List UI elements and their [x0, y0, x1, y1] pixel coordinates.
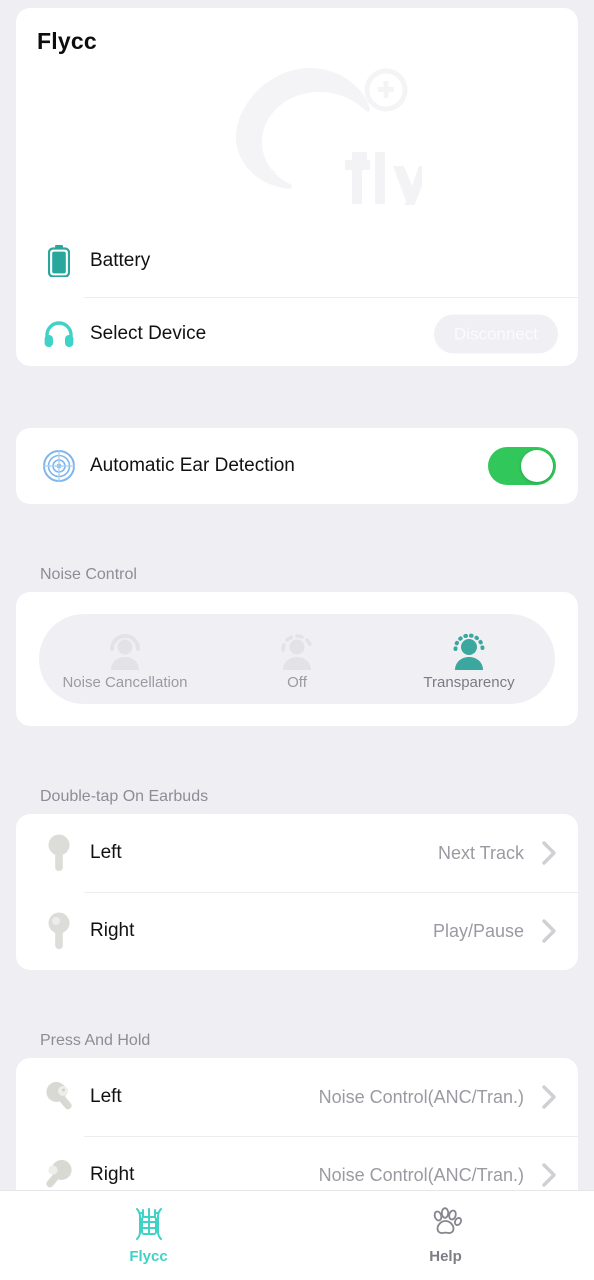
- noise-control-card: Noise Cancellation Off Transparency: [16, 592, 578, 726]
- automatic-ear-detection-label: Automatic Ear Detection: [90, 455, 295, 476]
- person-dashed-ring-icon-svg: [281, 633, 313, 670]
- battery-label: Battery: [90, 249, 151, 271]
- device-card: Flycc Battery Select Device Disconnect: [16, 8, 578, 366]
- tab-help-label: Help: [429, 1248, 462, 1265]
- headphones-icon: [42, 317, 76, 351]
- battery-icon: [42, 244, 76, 278]
- earbud-right-icon: [42, 911, 76, 951]
- noise-control-option-label: Off: [287, 673, 307, 691]
- earbud-right-icon-svg: [48, 912, 70, 949]
- chevron-right-icon[interactable]: [536, 1084, 562, 1110]
- radar-target-icon-svg: [43, 450, 75, 482]
- bottom-tab-bar: Flycc Help: [0, 1190, 594, 1280]
- select-device-row[interactable]: Select Device Disconnect: [16, 297, 578, 366]
- paw-print-icon: [429, 1203, 463, 1241]
- battery-row[interactable]: Battery: [16, 224, 578, 297]
- person-dashed-ring-icon: [276, 628, 318, 670]
- chevron-right-icon-svg: [542, 1163, 556, 1187]
- headphones-icon-svg: [44, 320, 74, 347]
- tab-flycc-label: Flycc: [129, 1248, 168, 1265]
- double-tap-card: Left Next Track Right Play/Pause: [16, 814, 578, 970]
- earbud-tilt-left-icon-svg: [46, 1081, 72, 1110]
- select-device-label: Select Device: [90, 322, 207, 344]
- double-tap-right-value: Play/Pause: [432, 920, 524, 941]
- person-dotted-ring-icon: [448, 628, 490, 670]
- press-hold-right-label: Right: [90, 1164, 135, 1185]
- double-tap-header: Double-tap On Earbuds: [40, 788, 209, 805]
- device-row-list: Battery Select Device Disconnect: [16, 224, 578, 366]
- app-root: Flycc Battery Select Device Disconnect A…: [0, 0, 594, 1280]
- tab-help[interactable]: Help: [297, 1203, 594, 1265]
- noise-control-option-label: Noise Cancellation: [62, 673, 188, 691]
- earbud-tilt-right-icon: [42, 1155, 76, 1190]
- press-hold-row-right[interactable]: Right Noise Control(ANC/Tran.): [16, 1136, 578, 1190]
- paw-print-icon-svg: [433, 1207, 462, 1234]
- earbud-left-icon-svg: [48, 834, 70, 871]
- flycc-glyph-icon: [131, 1203, 167, 1241]
- brand-watermark-svg: [236, 68, 430, 219]
- chevron-right-icon-svg: [542, 1085, 556, 1109]
- double-tap-left-value: Next Track: [437, 842, 524, 863]
- noise-control-option-label: Transparency: [423, 673, 515, 691]
- chevron-right-icon[interactable]: [536, 1162, 562, 1188]
- person-solid-ring-icon: [104, 628, 146, 670]
- double-tap-row-left[interactable]: Left Next Track: [16, 814, 578, 892]
- chevron-right-icon[interactable]: [536, 918, 562, 944]
- earbud-tilt-right-icon-svg: [46, 1159, 72, 1188]
- chevron-right-icon-svg: [542, 919, 556, 943]
- person-dotted-ring-icon-svg: [453, 633, 485, 670]
- chevron-right-icon-svg: [542, 841, 556, 865]
- noise-control-segmented: Noise Cancellation Off Transparency: [39, 614, 555, 704]
- disconnect-button[interactable]: Disconnect: [433, 314, 558, 353]
- brand-watermark: [202, 60, 430, 219]
- radar-target-icon: [42, 449, 76, 483]
- press-hold-row-left[interactable]: Left Noise Control(ANC/Tran.): [16, 1058, 578, 1136]
- press-hold-left-label: Left: [90, 1086, 122, 1107]
- press-and-hold-header: Press And Hold: [40, 1032, 151, 1049]
- toggle-knob: [521, 450, 553, 482]
- press-and-hold-card: Left Noise Control(ANC/Tran.) Right Nois…: [16, 1058, 578, 1190]
- page-title: Flycc: [37, 28, 97, 54]
- automatic-ear-detection-toggle[interactable]: [488, 447, 556, 485]
- battery-icon-svg: [48, 244, 70, 277]
- noise-control-option-off[interactable]: Off: [211, 628, 383, 691]
- earbud-left-icon: [42, 833, 76, 873]
- press-hold-right-value: Noise Control(ANC/Tran.): [318, 1164, 524, 1185]
- tab-flycc[interactable]: Flycc: [0, 1203, 297, 1265]
- double-tap-left-label: Left: [90, 842, 122, 863]
- chevron-right-icon[interactable]: [536, 840, 562, 866]
- double-tap-row-right[interactable]: Right Play/Pause: [16, 892, 578, 970]
- scroll-content: Flycc Battery Select Device Disconnect A…: [0, 0, 594, 1190]
- noise-control-option-noise-cancellation[interactable]: Noise Cancellation: [39, 628, 211, 691]
- earbud-tilt-left-icon: [42, 1077, 76, 1117]
- noise-control-option-transparency[interactable]: Transparency: [383, 628, 555, 691]
- automatic-ear-detection-card[interactable]: Automatic Ear Detection: [16, 428, 578, 504]
- double-tap-right-label: Right: [90, 920, 135, 941]
- person-solid-ring-icon-svg: [110, 633, 140, 670]
- press-hold-left-value: Noise Control(ANC/Tran.): [318, 1086, 524, 1107]
- flycc-glyph-icon-svg: [135, 1208, 162, 1240]
- noise-control-header: Noise Control: [40, 566, 137, 583]
